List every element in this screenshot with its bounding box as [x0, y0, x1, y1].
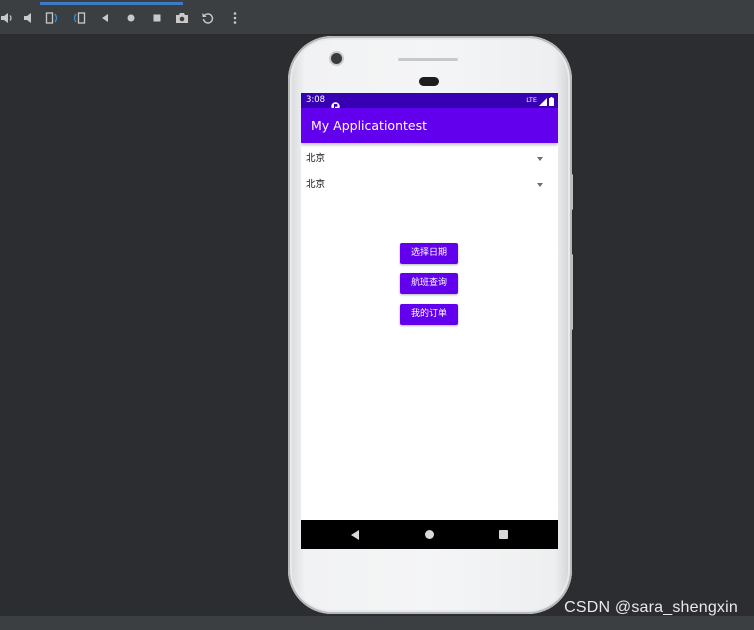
volume-down-icon[interactable]	[22, 11, 36, 25]
volume-rocker	[570, 254, 573, 330]
select-date-button[interactable]: 选择日期	[400, 243, 458, 264]
network-type: LTE	[526, 96, 537, 104]
arrival-city-spinner[interactable]: 北京	[306, 175, 552, 197]
earpiece	[419, 77, 439, 86]
my-orders-button[interactable]: 我的订单	[400, 304, 458, 325]
emulator-toolbar	[0, 0, 754, 35]
phone-screen: 3:08 LTE My Applicationtest 北京 北京 选择日期 航…	[301, 93, 558, 549]
speaker-grille	[398, 58, 458, 61]
toolbar-progress-indicator	[40, 2, 183, 5]
rotate-right-icon[interactable]	[72, 11, 86, 25]
screenshot-icon[interactable]	[175, 11, 189, 25]
spinner-selected-value: 北京	[306, 179, 326, 190]
home-icon[interactable]	[124, 11, 138, 25]
app-bar: My Applicationtest	[301, 108, 558, 143]
front-camera	[331, 53, 342, 64]
departure-city-spinner[interactable]: 北京	[306, 149, 552, 171]
nav-back-icon[interactable]	[351, 530, 359, 540]
notification-icon	[331, 96, 340, 111]
watermark: CSDN @sara_shengxin	[564, 599, 738, 616]
power-button	[570, 174, 573, 210]
status-bar: 3:08 LTE	[301, 93, 558, 111]
more-icon[interactable]	[228, 11, 242, 25]
phone-device-frame: 3:08 LTE My Applicationtest 北京 北京 选择日期 航…	[288, 36, 573, 614]
nav-home-icon[interactable]	[425, 530, 434, 539]
ide-bottom-bar	[0, 616, 754, 630]
status-icons: LTE	[526, 95, 554, 106]
nav-recents-icon[interactable]	[499, 530, 508, 539]
flight-query-button[interactable]: 航班查询	[400, 273, 458, 294]
rotate-left-icon[interactable]	[45, 11, 59, 25]
overview-icon[interactable]	[150, 11, 164, 25]
dropdown-arrow-icon	[537, 183, 543, 187]
navigation-bar	[301, 520, 558, 549]
spinner-selected-value: 北京	[306, 153, 326, 164]
status-time: 3:08	[306, 95, 326, 105]
volume-up-icon[interactable]	[0, 11, 14, 25]
emulator-window: 3:08 LTE My Applicationtest 北京 北京 选择日期 航…	[0, 0, 754, 630]
dropdown-arrow-icon	[537, 157, 543, 161]
app-title: My Applicationtest	[311, 118, 428, 133]
back-icon[interactable]	[98, 11, 112, 25]
reset-icon[interactable]	[201, 11, 215, 25]
